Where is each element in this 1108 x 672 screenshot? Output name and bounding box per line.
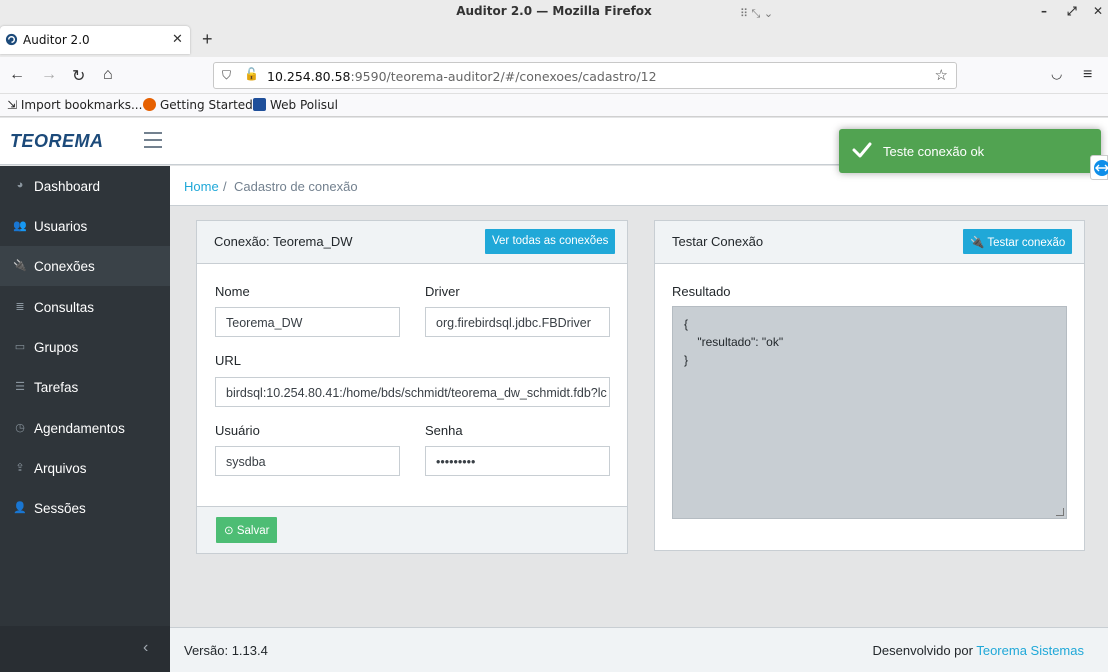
url-text: 10.254.80.58:9590/teorema-auditor2/#/con…: [267, 69, 657, 84]
resize-handle-icon[interactable]: [1056, 508, 1064, 516]
resultado-label: Resultado: [672, 284, 731, 299]
connection-card: Conexão: Teorema_DW Ver todas as conexõe…: [196, 220, 628, 554]
test-connection-card: Testar Conexão 🔌 Testar conexão Resultad…: [654, 220, 1085, 551]
senha-input[interactable]: •••••••••: [425, 446, 610, 476]
usuario-input[interactable]: sysdba: [215, 446, 400, 476]
sidebar-item-tarefas[interactable]: ☰ Tarefas: [0, 367, 170, 407]
pocket-icon[interactable]: ◡: [1051, 66, 1062, 82]
bookmark-star-icon[interactable]: ☆: [935, 66, 948, 84]
bookmark-getting-started[interactable]: Getting Started: [143, 98, 253, 112]
breadcrumb-current: Cadastro de conexão: [234, 179, 358, 194]
connection-card-title: Conexão: Teorema_DW: [214, 234, 353, 249]
forward-icon[interactable]: →: [41, 66, 57, 84]
breadcrumb-separator: /: [223, 179, 227, 194]
usuario-label: Usuário: [215, 423, 260, 438]
sidebar-toggle-icon[interactable]: [144, 132, 162, 148]
clock-icon: ◷: [15, 422, 25, 434]
menu-icon[interactable]: ≡: [1083, 66, 1092, 84]
chevron-left-icon[interactable]: ‹: [143, 639, 148, 657]
view-all-connections-button[interactable]: Ver todas as conexões: [485, 229, 616, 254]
company-link[interactable]: Teorema Sistemas: [976, 643, 1084, 658]
bookmarks-bar: ⇲ Import bookmarks... Getting Started We…: [0, 94, 1108, 117]
plug-icon: 🔌: [13, 260, 27, 272]
database-icon: ≣: [15, 301, 25, 313]
polisul-icon: [253, 98, 266, 111]
window-title: Auditor 2.0 — Mozilla Firefox: [456, 4, 652, 18]
sidebar-item-grupos[interactable]: ▭ Grupos: [0, 327, 170, 367]
tab-title: Auditor 2.0: [23, 33, 90, 47]
sidebar-item-sessoes[interactable]: 👤 Sessões: [0, 488, 170, 528]
firefox-icon: [143, 98, 156, 111]
sidebar-item-usuarios[interactable]: 👥 Usuarios: [0, 206, 170, 246]
home-icon[interactable]: ⌂: [103, 66, 113, 84]
sidebar-item-dashboard[interactable]: ◕ Dashboard: [0, 166, 170, 206]
window-titlebar: Auditor 2.0 — Mozilla Firefox ⠿ ⤡ ⌄ – ⤢ …: [0, 0, 1108, 22]
list-icon: ☰: [15, 381, 25, 393]
close-window-icon[interactable]: ✕: [1093, 0, 1103, 22]
import-icon: ⇲: [7, 98, 18, 112]
app-footer: Versão: 1.13.4 Desenvolvido por Teorema …: [170, 627, 1108, 672]
teamviewer-icon[interactable]: [1090, 155, 1108, 180]
sidebar: ◕ Dashboard 👥 Usuarios 🔌 Conexões ≣ Consulta…: [0, 166, 170, 672]
senha-label: Senha: [425, 423, 463, 438]
app-favicon-icon: [5, 33, 18, 46]
url-label: URL: [215, 353, 242, 368]
new-tab-icon[interactable]: +: [202, 29, 213, 50]
navigation-bar: ← → ↻ ⌂ ⛉ 🔓 10.254.80.58:9590/teorema-au…: [0, 57, 1108, 94]
upload-icon: ⇪: [15, 462, 25, 474]
toast-message: Teste conexão ok: [883, 144, 985, 159]
shield-icon[interactable]: ⛉: [222, 68, 231, 83]
test-connection-button[interactable]: 🔌 Testar conexão: [963, 229, 1073, 254]
nome-label: Nome: [215, 284, 250, 299]
connection-card-header: Conexão: Teorema_DW Ver todas as conexõe…: [197, 221, 627, 264]
sidebar-item-agendamentos[interactable]: ◷ Agendamentos: [0, 408, 170, 448]
breadcrumb-home-link[interactable]: Home: [184, 179, 219, 194]
connection-card-footer: ⊙ Salvar: [197, 506, 627, 553]
bookmark-web-polisul[interactable]: Web Polisul: [253, 98, 338, 112]
resultado-value: { "resultado": "ok" }: [684, 317, 784, 367]
checkmark-icon: [852, 142, 872, 158]
dashboard-icon: ◕: [16, 179, 24, 191]
resultado-textarea[interactable]: { "resultado": "ok" }: [672, 306, 1067, 519]
back-icon[interactable]: ←: [9, 66, 25, 84]
teorema-logo[interactable]: TEOREMA: [10, 131, 104, 152]
tab-strip: Auditor 2.0 ✕ +: [0, 22, 1108, 57]
sidebar-item-arquivos[interactable]: ⇪ Arquivos: [0, 448, 170, 488]
insecure-lock-icon[interactable]: 🔓: [244, 67, 259, 81]
reload-icon[interactable]: ↻: [72, 66, 85, 86]
minimize-icon[interactable]: –: [1041, 0, 1047, 22]
sidebar-item-conexoes[interactable]: 🔌 Conexões: [0, 246, 170, 286]
save-button[interactable]: ⊙ Salvar: [216, 517, 278, 543]
browser-tab[interactable]: Auditor 2.0 ✕: [0, 26, 190, 54]
close-tab-icon[interactable]: ✕: [172, 31, 183, 47]
maximize-icon[interactable]: ⤢: [1067, 0, 1077, 22]
success-toast[interactable]: Teste conexão ok: [839, 129, 1101, 173]
bookmark-import[interactable]: ⇲ Import bookmarks...: [7, 98, 142, 112]
plug-icon: 🔌: [970, 237, 985, 249]
test-card-title: Testar Conexão: [672, 234, 764, 249]
developed-by: Desenvolvido por Teorema Sistemas: [872, 643, 1085, 658]
folder-icon: ▭: [14, 341, 26, 353]
sidebar-item-consultas[interactable]: ≣ Consultas: [0, 287, 170, 327]
users-icon: 👥: [13, 220, 27, 232]
version-text: Versão: 1.13.4: [184, 643, 268, 658]
driver-input[interactable]: org.firebirdsql.jdbc.FBDriver: [425, 307, 610, 337]
user-icon: 👤: [13, 502, 27, 514]
test-card-header: Testar Conexão 🔌 Testar conexão: [655, 221, 1084, 264]
url-bar[interactable]: ⛉ 🔓 10.254.80.58:9590/teorema-auditor2/#…: [213, 62, 957, 89]
check-circle-icon: ⊙: [224, 525, 234, 537]
url-input[interactable]: birdsql:10.254.80.41:/home/bds/schmidt/t…: [215, 377, 610, 407]
driver-label: Driver: [425, 284, 460, 299]
nome-input[interactable]: Teorema_DW: [215, 307, 400, 337]
sidebar-minimizer[interactable]: ‹: [0, 626, 170, 672]
